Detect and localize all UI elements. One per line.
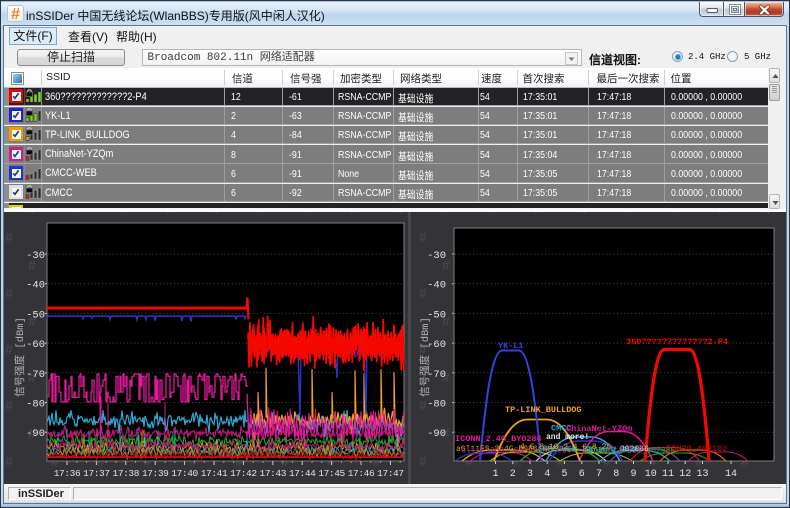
svg-text:17:38: 17:38 (113, 468, 140, 479)
svg-text:11: 11 (662, 469, 674, 480)
svg-text:-90: -90 (427, 428, 446, 440)
svg-text:2: 2 (510, 469, 516, 480)
svg-text:TP-LINK_BULLDOG: TP-LINK_BULLDOG (505, 405, 582, 415)
svg-text:17:45: 17:45 (318, 468, 345, 479)
svg-text:-70: -70 (26, 369, 45, 381)
svg-text:-60: -60 (26, 339, 45, 351)
svg-text:EDU30_402102: EDU30_402102 (666, 444, 727, 454)
svg-text:5: 5 (561, 469, 567, 480)
svg-text:-50: -50 (26, 309, 45, 321)
svg-text:10: 10 (645, 469, 657, 480)
svg-text:17:39: 17:39 (142, 468, 169, 479)
svg-text:-30: -30 (427, 250, 446, 262)
svg-text:12: 12 (679, 469, 691, 480)
svg-text:3: 3 (527, 469, 533, 480)
svg-text:14: 14 (725, 469, 737, 480)
svg-text:-40: -40 (26, 280, 45, 292)
svg-text:-80: -80 (26, 399, 45, 411)
svg-text:1: 1 (492, 469, 498, 480)
svg-text:17:42: 17:42 (230, 468, 257, 479)
svg-text:13: 13 (696, 469, 708, 480)
svg-text:-90: -90 (26, 428, 45, 440)
svg-text:-80: -80 (427, 399, 446, 411)
svg-text:17:46: 17:46 (348, 468, 375, 479)
svg-text:信号强度 [dBm]: 信号强度 [dBm] (13, 317, 27, 397)
svg-text:17:47: 17:47 (377, 468, 404, 479)
svg-text:YK-L1: YK-L1 (498, 341, 524, 351)
svg-text:360?????????????2-P4: 360?????????????2-P4 (626, 337, 728, 347)
svg-text:7: 7 (596, 469, 602, 480)
svg-text:17:41: 17:41 (201, 468, 228, 479)
svg-text:-30: -30 (26, 250, 45, 262)
svg-text:17:44: 17:44 (289, 468, 316, 479)
svg-text:17:37: 17:37 (83, 468, 110, 479)
svg-text:6: 6 (579, 469, 585, 480)
svg-text:17:36: 17:36 (54, 468, 81, 479)
svg-text:8: 8 (613, 469, 619, 480)
svg-text:_2_4_6_8: _2_4_6_8 (603, 445, 643, 454)
svg-text:17:40: 17:40 (171, 468, 198, 479)
svg-text:信号强度 [dBm]: 信号强度 [dBm] (418, 317, 432, 397)
svg-text:-40: -40 (427, 280, 446, 292)
svg-text:17:43: 17:43 (260, 468, 287, 479)
svg-text:4: 4 (544, 469, 550, 480)
svg-text:and more!: and more! (546, 433, 589, 442)
svg-text:9: 9 (630, 469, 636, 480)
